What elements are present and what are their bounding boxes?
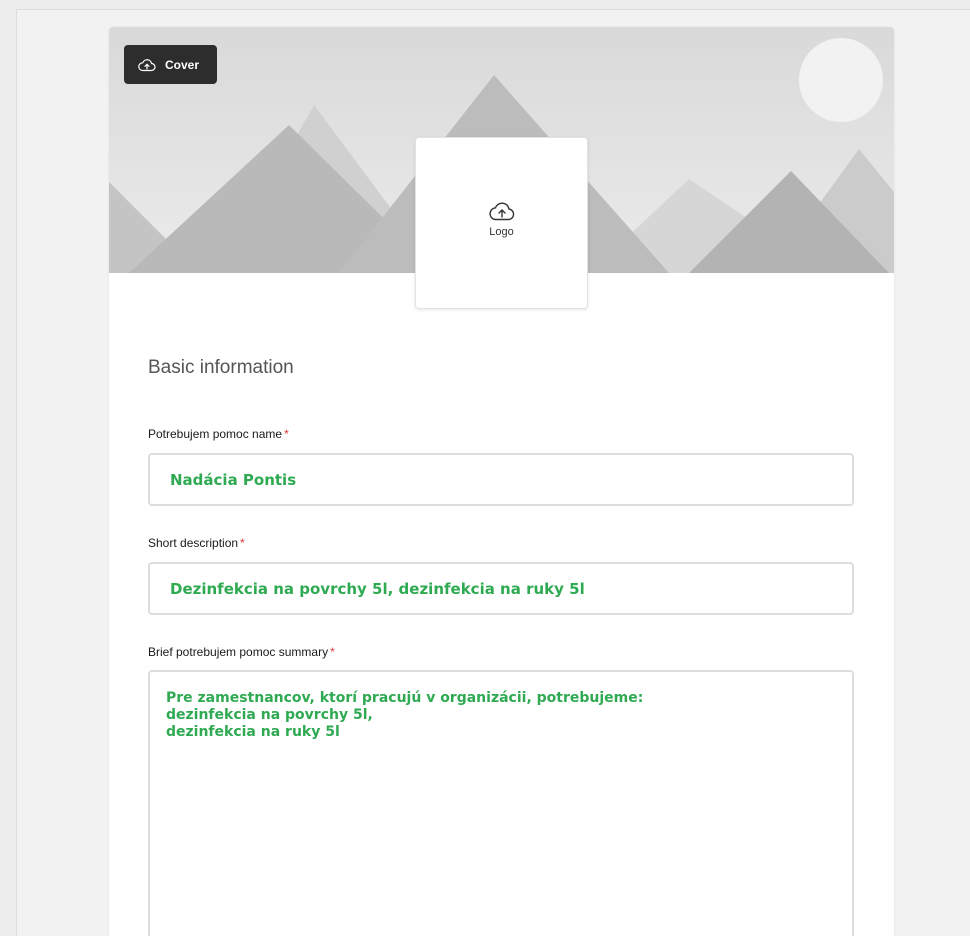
required-mark: *: [240, 536, 245, 550]
logo-label: Logo: [489, 226, 514, 238]
name-input-value: Nadácia Pontis: [170, 470, 297, 489]
logo-upload[interactable]: Logo: [415, 137, 588, 309]
summary-label-text: Brief potrebujem pomoc summary: [148, 645, 329, 659]
name-field-label: Potrebujem pomoc name *: [148, 427, 289, 441]
name-input[interactable]: Nadácia Pontis: [148, 453, 854, 506]
section-title: Basic information: [148, 357, 294, 378]
sun-shape: [799, 38, 883, 122]
short-description-input[interactable]: Dezinfekcia na povrchy 5l, dezinfekcia n…: [148, 562, 854, 615]
cover-upload-button[interactable]: Cover: [124, 45, 217, 84]
summary-textarea[interactable]: Pre zamestnancov, ktorí pracujú v organi…: [148, 670, 854, 936]
cover-button-label: Cover: [165, 57, 200, 72]
short-description-input-value: Dezinfekcia na povrchy 5l, dezinfekcia n…: [170, 579, 585, 598]
short-description-field-label: Short description *: [148, 536, 245, 550]
name-label-text: Potrebujem pomoc name: [148, 427, 283, 441]
cloud-upload-icon: [138, 58, 156, 72]
required-mark: *: [330, 645, 335, 659]
summary-field-label: Brief potrebujem pomoc summary *: [148, 645, 335, 659]
short-description-label-text: Short description: [148, 536, 239, 550]
cloud-upload-icon: [488, 200, 516, 222]
profile-card: Cover Logo Basic information Potrebujem …: [109, 27, 894, 936]
required-mark: *: [284, 427, 289, 441]
